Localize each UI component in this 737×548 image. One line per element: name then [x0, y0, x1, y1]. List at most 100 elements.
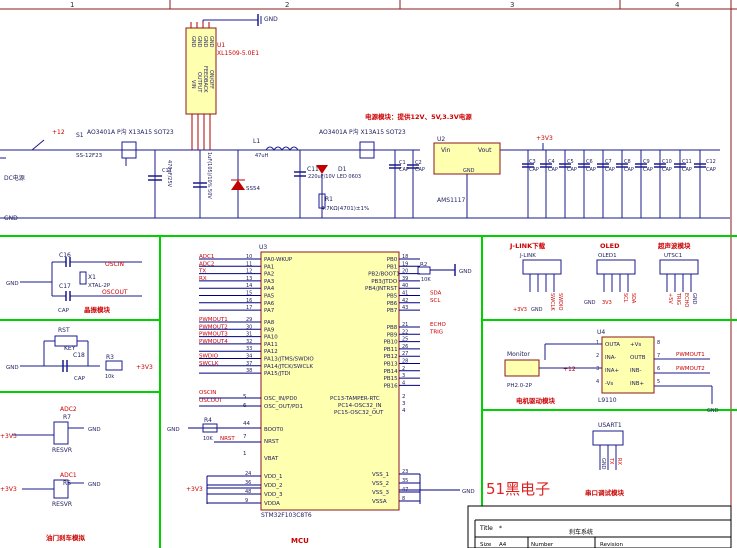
mcu-right-net: SDA: [430, 291, 442, 297]
ultra-title: 超声波模块: [657, 241, 691, 250]
mcu-right-pin-name: PB16: [384, 383, 399, 389]
d1-ref: D1: [338, 166, 347, 173]
throttle-gnd-a: GND: [88, 427, 101, 433]
u2-vout: Vout: [478, 147, 492, 154]
mcu-left-pin-number: 16: [246, 298, 252, 304]
mcu-right-pin-name: PB5: [387, 294, 398, 300]
pc15-pin: 4: [402, 408, 406, 414]
c10-ref: C10: [662, 159, 672, 165]
uart-ref: USART1: [598, 422, 622, 429]
motor-plus12: +12: [563, 366, 576, 373]
mcu-right-net: TRIG: [429, 329, 443, 335]
mcu-vdd-pin-name: VDDA: [264, 501, 280, 507]
mcu-right-pin-number: 22: [402, 329, 408, 335]
mcu-left-pin-name: PA4: [264, 286, 275, 292]
u2-ref: U2: [437, 136, 445, 143]
vbat-name: VBAT: [264, 456, 279, 462]
q1-label: AO3401A P沟 X13A15 SOT23: [87, 128, 174, 136]
motor-left-pin-number: 4: [596, 379, 599, 385]
title-block: Title * 刹车系统 Size A4 Number Revision: [467, 505, 732, 548]
mcu-left-pin-name: PA13/JTMS/SWDIO: [264, 357, 314, 363]
osc-out-net: OSCOUT: [102, 289, 128, 296]
r3-value: 10k: [105, 374, 114, 380]
mcu-left-pin-number: 13: [246, 276, 252, 282]
c11b-ref: C11: [682, 159, 692, 165]
oled-net-sda: SDA: [630, 293, 636, 304]
u1-pin-feedback: FEEDBACK: [202, 66, 208, 93]
dc-label: DC电源: [4, 174, 25, 182]
oled-ref: OLED1: [598, 253, 617, 259]
motor-right-pin-number: 6: [657, 366, 660, 372]
number-label: Number: [531, 542, 554, 548]
pc14-pin: 3: [402, 401, 406, 407]
r2-ref: R2: [420, 262, 427, 268]
mcu-right-pin-name: PB3/JTDO: [371, 279, 398, 285]
osc-name-out: OSC_OUT/PD1: [264, 404, 303, 410]
mcu-left-pin-number: 31: [246, 332, 252, 338]
c6-value: CAP: [586, 167, 596, 173]
c18-ref: C18: [73, 352, 85, 359]
pwm2-net: PWMOUT2: [676, 366, 705, 372]
r2-value: 10K: [421, 277, 431, 283]
motor-left-pin-name: -Vs: [605, 381, 613, 387]
c2-ref: C2: [415, 160, 422, 166]
c1-ref: C1: [399, 160, 406, 166]
title-value: 刹车系统: [569, 528, 593, 536]
mcu-left-pin-number: 12: [246, 269, 252, 275]
reset-v33: +3V3: [136, 364, 153, 371]
u1-pin-gnd1: GND: [190, 36, 196, 48]
motor-right-pin-name: INB+: [630, 381, 645, 387]
mcu-right-pin-name: PB10: [384, 340, 399, 346]
mcu-left-pin-name: PA6: [264, 301, 275, 307]
oled-net-3v3: 3V3: [602, 300, 612, 306]
u2-vin: Vin: [441, 147, 451, 154]
jlink-ref: J-LINK: [519, 253, 536, 259]
motor-right-pin-number: 8: [657, 340, 660, 346]
motor-left-pin-name: INA-: [605, 355, 616, 361]
u1-pin-vin: VIN: [190, 80, 196, 89]
x1-ref: X1: [88, 274, 96, 281]
u4-part: L9110: [598, 397, 617, 404]
mcu-right-pin-name: PB1: [387, 264, 398, 270]
c5-value: CAP: [567, 167, 577, 173]
mcu-right-pin-name: PB0: [387, 257, 398, 263]
u1-ref: U1: [217, 42, 225, 49]
crystal-title: 晶振模块: [84, 305, 111, 314]
r7-ref: R7: [63, 414, 71, 421]
power-title: 电源模块：提供12V、5V,3.3V电源: [365, 112, 472, 121]
mcu-right-pin-name: PB7: [387, 308, 398, 314]
adc2-net: ADC2: [60, 406, 77, 413]
c7-ref: C7: [605, 159, 612, 165]
boot-name: BOOT0: [264, 427, 284, 433]
mcu-vdd-pin-number: 24: [245, 471, 251, 477]
ultra-ref: UTSC1: [664, 253, 682, 259]
u4-ref: U4: [597, 329, 605, 336]
mcu-left-net: TX: [198, 269, 206, 275]
mcu-left-pin-number: 29: [246, 317, 252, 323]
mcu-left-pin-name: PA7: [264, 308, 275, 314]
vss-gnd: GND: [462, 489, 475, 495]
c2-value: CAP: [415, 167, 425, 173]
c16-ref: C16: [59, 252, 71, 259]
osc-net-in: OSCIN: [199, 390, 216, 396]
mcu-right-pin-number: 18: [402, 254, 408, 260]
mcu-vss-pin-number: 23: [402, 469, 408, 475]
c4-ref: C4: [548, 159, 555, 165]
c-in-value: 470uF/25V: [166, 160, 172, 188]
mcu-right-pin-name: PB13: [384, 362, 399, 368]
mcu-left-net: PWMOUT2: [199, 324, 228, 330]
mcu-left-pin-name: PA14/JTCK/SWCLK: [264, 364, 313, 370]
motor-conn: PH2.0-2P: [507, 383, 533, 389]
mcu-left-pin-number: 15: [246, 291, 252, 297]
c5-ref: C5: [567, 159, 574, 165]
r4-ref: R4: [204, 417, 212, 424]
throttle-gnd-b: GND: [88, 482, 101, 488]
mcu-left-pin-number: 33: [246, 346, 252, 352]
mcu-left-net: ADC1: [199, 254, 214, 260]
mcu-right-pin-number: 26: [402, 344, 408, 350]
mcu-right-pin-number: 4: [402, 380, 405, 386]
c7-value: CAP: [605, 167, 615, 173]
mcu-left-net: SWCLK: [199, 361, 219, 367]
motor-gnd: GND: [707, 408, 719, 414]
d1-value: LED 0603: [337, 174, 361, 180]
